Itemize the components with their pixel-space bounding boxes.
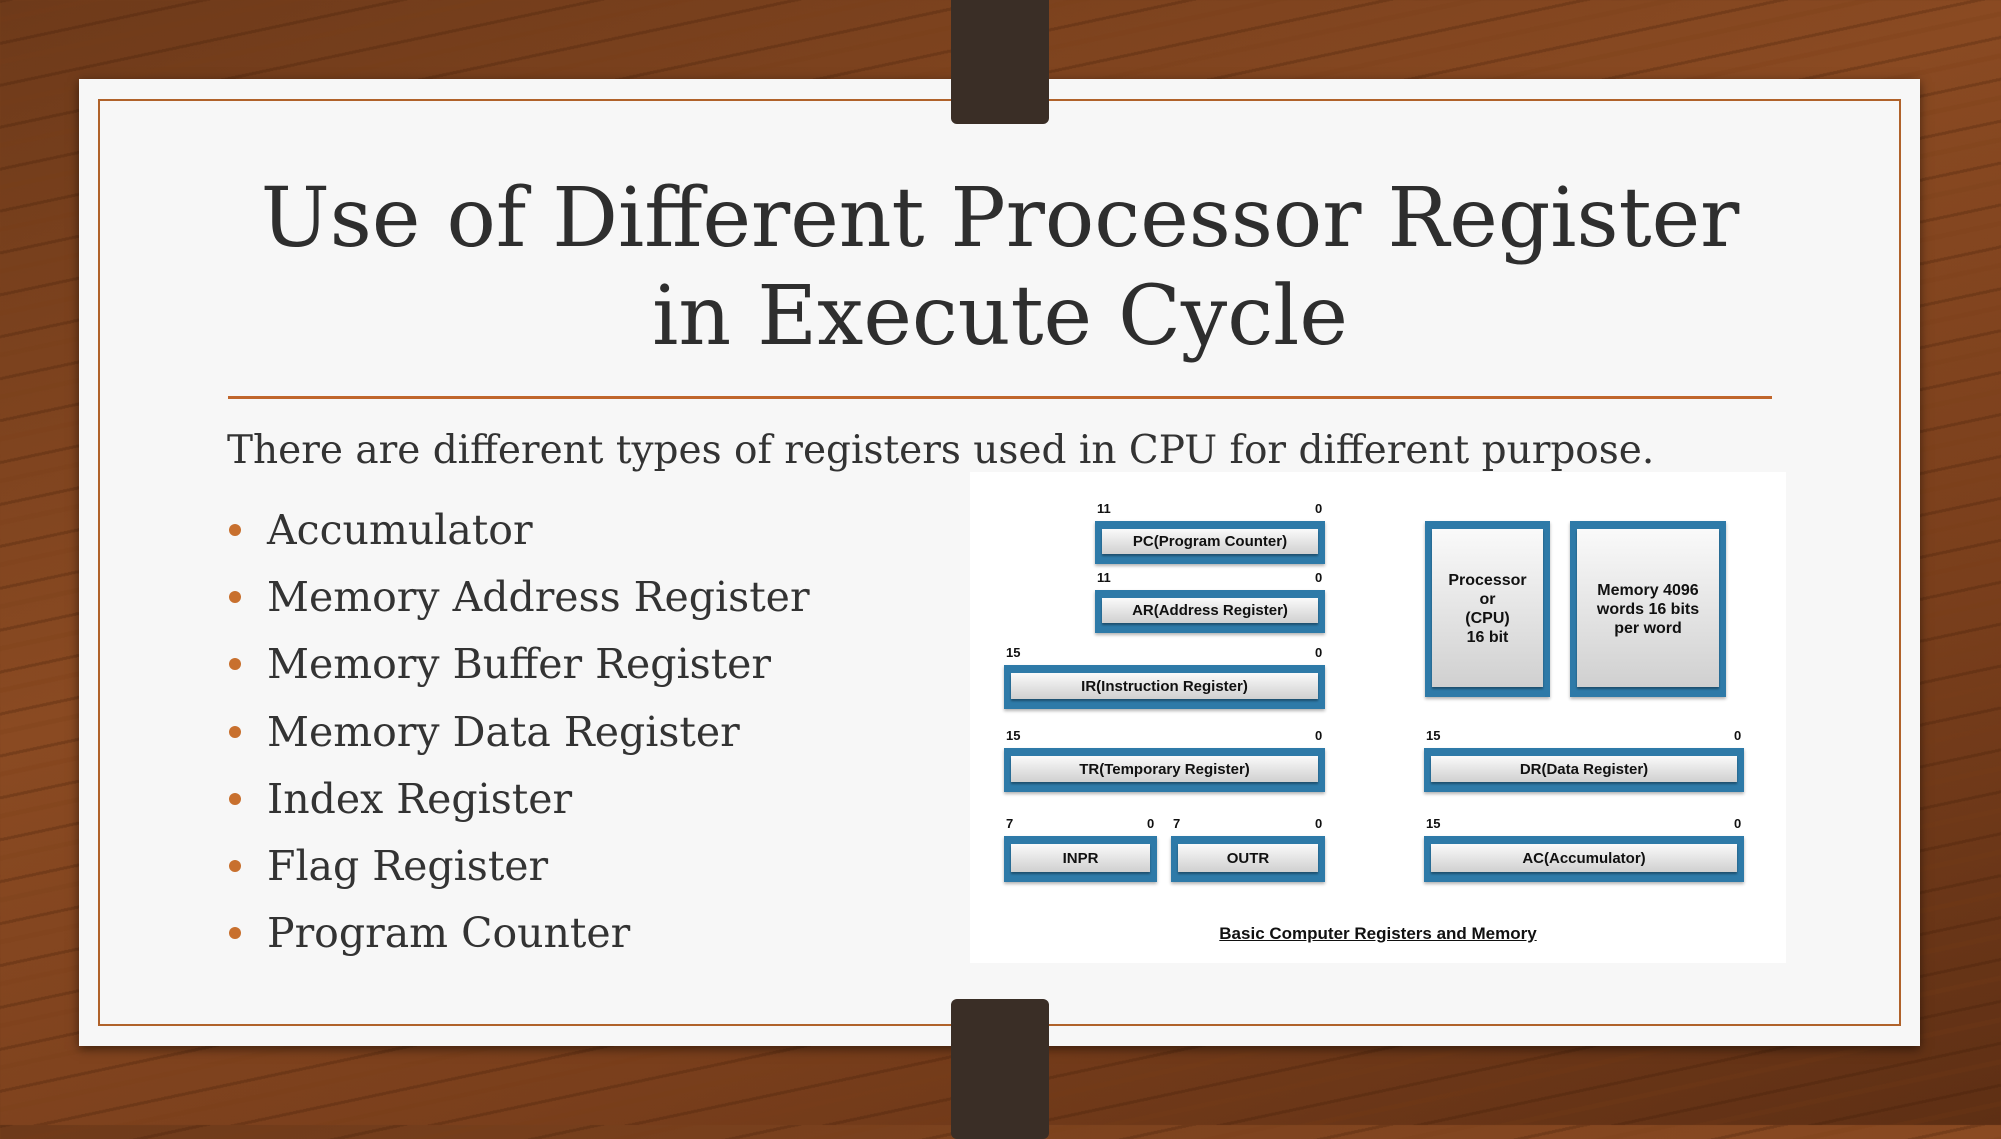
bullet-dot-icon bbox=[229, 590, 241, 603]
register-ir: IR(Instruction Register) bbox=[1004, 665, 1325, 709]
memory-box: Memory 4096 words 16 bits per word bbox=[1570, 521, 1726, 697]
register-tr: TR(Temporary Register) bbox=[1004, 748, 1325, 792]
register-label: OUTR bbox=[1178, 844, 1318, 872]
memory-label-line: per word bbox=[1614, 620, 1682, 637]
register-outr: OUTR bbox=[1171, 836, 1325, 882]
bit-high-label: 15 bbox=[1426, 728, 1441, 743]
title-divider bbox=[228, 396, 1772, 399]
register-label: INPR bbox=[1011, 844, 1150, 872]
bit-low-label: 0 bbox=[1147, 816, 1155, 831]
bit-low-label: 0 bbox=[1734, 728, 1742, 743]
register-inpr: INPR bbox=[1004, 836, 1157, 882]
bit-low-label: 0 bbox=[1315, 816, 1323, 831]
bullet-text: Flag Register bbox=[267, 842, 549, 891]
bit-high-label: 7 bbox=[1006, 816, 1014, 831]
top-clip bbox=[951, 0, 1049, 124]
bullet-dot-icon bbox=[229, 523, 241, 536]
bullet-dot-icon bbox=[229, 860, 241, 873]
register-ac: AC(Accumulator) bbox=[1424, 836, 1744, 882]
register-label: PC(Program Counter) bbox=[1102, 529, 1318, 554]
bit-high-label: 15 bbox=[1006, 728, 1021, 743]
bit-high-label: 15 bbox=[1006, 645, 1021, 660]
bit-high-label: 11 bbox=[1097, 570, 1111, 585]
bit-high-label: 11 bbox=[1097, 501, 1111, 516]
processor-label-line: Processor bbox=[1448, 572, 1527, 589]
bit-low-label: 0 bbox=[1315, 570, 1323, 585]
diagram-caption: Basic Computer Registers and Memory bbox=[1219, 924, 1537, 943]
bullet-text: Index Register bbox=[267, 774, 573, 823]
bullet-item: Accumulator bbox=[227, 496, 810, 563]
bullet-list: Accumulator Memory Address Register Memory… bbox=[227, 496, 810, 967]
processor-label-line: 16 bit bbox=[1466, 629, 1509, 646]
bullet-text: Memory Buffer Register bbox=[267, 640, 772, 689]
title-line-2: in Execute Cycle bbox=[652, 269, 1348, 364]
processor-label: Processor or (CPU) 16 bit bbox=[1432, 529, 1543, 687]
slide-title: Use of Different Processor Register in E… bbox=[100, 170, 1900, 366]
processor-label-line: or bbox=[1479, 591, 1496, 608]
bullet-item: Memory Address Register bbox=[227, 563, 810, 630]
bullet-text: Accumulator bbox=[267, 505, 533, 554]
bit-high-label: 7 bbox=[1173, 816, 1181, 831]
bit-low-label: 0 bbox=[1315, 645, 1323, 660]
register-dr: DR(Data Register) bbox=[1424, 748, 1744, 792]
bullet-text: Memory Data Register bbox=[267, 707, 740, 756]
bullet-dot-icon bbox=[229, 792, 241, 805]
bottom-clip bbox=[951, 999, 1049, 1139]
bullet-text: Memory Address Register bbox=[267, 572, 810, 621]
register-pc: PC(Program Counter) bbox=[1095, 521, 1325, 564]
bullet-item: Index Register bbox=[227, 765, 810, 832]
register-label: AC(Accumulator) bbox=[1431, 844, 1737, 872]
bit-high-label: 15 bbox=[1426, 816, 1441, 831]
intro-text: There are different types of registers u… bbox=[227, 428, 1655, 473]
bullet-item: Program Counter bbox=[227, 900, 810, 967]
bullet-dot-icon bbox=[229, 927, 241, 940]
register-label: IR(Instruction Register) bbox=[1011, 673, 1318, 699]
processor-label-line: (CPU) bbox=[1465, 610, 1510, 627]
processor-box: Processor or (CPU) 16 bit bbox=[1425, 521, 1550, 697]
bullet-dot-icon bbox=[229, 658, 241, 671]
title-line-1: Use of Different Processor Register bbox=[260, 171, 1740, 266]
memory-label-line: Memory 4096 bbox=[1597, 582, 1699, 599]
bullet-item: Memory Buffer Register bbox=[227, 631, 810, 698]
memory-label: Memory 4096 words 16 bits per word bbox=[1577, 529, 1719, 687]
bullet-text: Program Counter bbox=[267, 909, 631, 958]
bullet-dot-icon bbox=[229, 725, 241, 738]
register-label: TR(Temporary Register) bbox=[1011, 756, 1318, 782]
memory-label-line: words 16 bits bbox=[1596, 601, 1700, 618]
register-label: AR(Address Register) bbox=[1102, 598, 1318, 623]
register-diagram: Basic Computer Registers and Memory PC(P… bbox=[970, 472, 1786, 963]
bit-low-label: 0 bbox=[1315, 728, 1323, 743]
register-label: DR(Data Register) bbox=[1431, 756, 1737, 782]
bullet-item: Memory Data Register bbox=[227, 698, 810, 765]
register-ar: AR(Address Register) bbox=[1095, 590, 1325, 633]
bit-low-label: 0 bbox=[1734, 816, 1742, 831]
bullet-item: Flag Register bbox=[227, 832, 810, 899]
bit-low-label: 0 bbox=[1315, 501, 1323, 516]
